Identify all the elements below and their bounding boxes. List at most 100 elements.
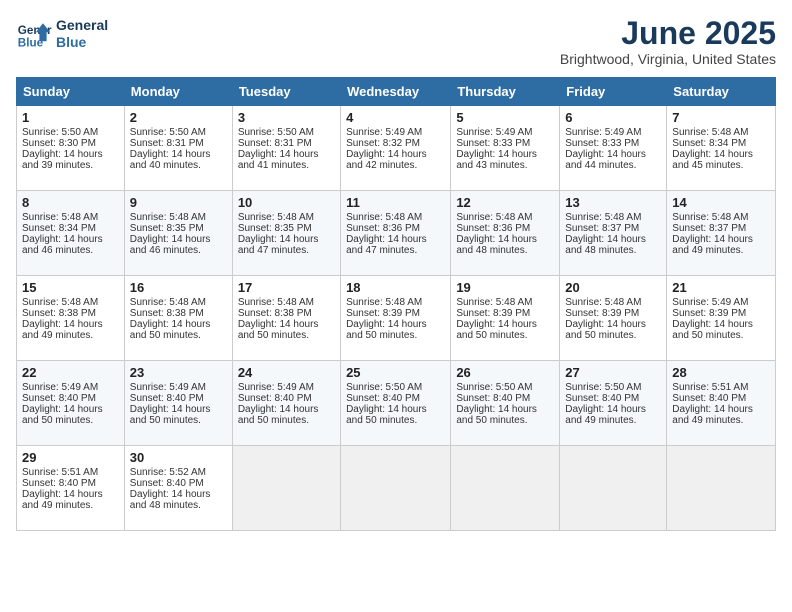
location: Brightwood, Virginia, United States: [560, 51, 776, 67]
calendar-cell: 29 Sunrise: 5:51 AM Sunset: 8:40 PM Dayl…: [17, 446, 125, 531]
sunrise-label: Sunrise: 5:48 AM: [672, 212, 748, 223]
calendar-cell: 28 Sunrise: 5:51 AM Sunset: 8:40 PM Dayl…: [667, 361, 776, 446]
sunset-label: Sunset: 8:39 PM: [565, 308, 639, 319]
day-number: 11: [346, 195, 445, 210]
day-number: 22: [22, 365, 119, 380]
daylight-label: Daylight: 14 hours and 48 minutes.: [565, 234, 646, 256]
day-number: 2: [130, 110, 227, 125]
daylight-label: Daylight: 14 hours and 50 minutes.: [346, 404, 427, 426]
month-title: June 2025: [560, 16, 776, 51]
daylight-label: Daylight: 14 hours and 40 minutes.: [130, 149, 211, 171]
logo-text-blue: Blue: [56, 34, 108, 51]
calendar-cell: [667, 446, 776, 531]
calendar-week-row: 1 Sunrise: 5:50 AM Sunset: 8:30 PM Dayli…: [17, 106, 776, 191]
sunset-label: Sunset: 8:39 PM: [346, 308, 420, 319]
daylight-label: Daylight: 14 hours and 50 minutes.: [238, 404, 319, 426]
sunset-label: Sunset: 8:40 PM: [22, 393, 96, 404]
daylight-label: Daylight: 14 hours and 46 minutes.: [22, 234, 103, 256]
sunrise-label: Sunrise: 5:49 AM: [130, 382, 206, 393]
sunset-label: Sunset: 8:32 PM: [346, 138, 420, 149]
logo-icon: General Blue: [16, 16, 52, 52]
sunrise-label: Sunrise: 5:50 AM: [346, 382, 422, 393]
sunset-label: Sunset: 8:36 PM: [346, 223, 420, 234]
sunrise-label: Sunrise: 5:49 AM: [672, 297, 748, 308]
calendar-cell: 14 Sunrise: 5:48 AM Sunset: 8:37 PM Dayl…: [667, 191, 776, 276]
daylight-label: Daylight: 14 hours and 48 minutes.: [130, 489, 211, 511]
daylight-label: Daylight: 14 hours and 50 minutes.: [22, 404, 103, 426]
sunset-label: Sunset: 8:38 PM: [22, 308, 96, 319]
calendar-cell: [232, 446, 340, 531]
sunrise-label: Sunrise: 5:48 AM: [238, 212, 314, 223]
sunrise-label: Sunrise: 5:48 AM: [130, 212, 206, 223]
sunrise-label: Sunrise: 5:48 AM: [456, 297, 532, 308]
calendar-cell: 20 Sunrise: 5:48 AM Sunset: 8:39 PM Dayl…: [560, 276, 667, 361]
daylight-label: Daylight: 14 hours and 45 minutes.: [672, 149, 753, 171]
sunset-label: Sunset: 8:40 PM: [346, 393, 420, 404]
calendar-cell: 11 Sunrise: 5:48 AM Sunset: 8:36 PM Dayl…: [341, 191, 451, 276]
day-number: 15: [22, 280, 119, 295]
day-number: 17: [238, 280, 335, 295]
calendar-header-tuesday: Tuesday: [232, 78, 340, 106]
title-area: June 2025 Brightwood, Virginia, United S…: [560, 16, 776, 67]
daylight-label: Daylight: 14 hours and 42 minutes.: [346, 149, 427, 171]
day-number: 26: [456, 365, 554, 380]
calendar-cell: 24 Sunrise: 5:49 AM Sunset: 8:40 PM Dayl…: [232, 361, 340, 446]
day-number: 13: [565, 195, 661, 210]
day-number: 16: [130, 280, 227, 295]
sunset-label: Sunset: 8:40 PM: [130, 478, 204, 489]
sunset-label: Sunset: 8:35 PM: [130, 223, 204, 234]
sunset-label: Sunset: 8:35 PM: [238, 223, 312, 234]
calendar-cell: 7 Sunrise: 5:48 AM Sunset: 8:34 PM Dayli…: [667, 106, 776, 191]
calendar-cell: [451, 446, 560, 531]
sunrise-label: Sunrise: 5:48 AM: [22, 297, 98, 308]
calendar-cell: 16 Sunrise: 5:48 AM Sunset: 8:38 PM Dayl…: [124, 276, 232, 361]
day-number: 25: [346, 365, 445, 380]
logo: General Blue General Blue: [16, 16, 108, 52]
daylight-label: Daylight: 14 hours and 48 minutes.: [456, 234, 537, 256]
calendar-cell: 19 Sunrise: 5:48 AM Sunset: 8:39 PM Dayl…: [451, 276, 560, 361]
sunrise-label: Sunrise: 5:52 AM: [130, 467, 206, 478]
day-number: 7: [672, 110, 770, 125]
calendar-header-row: SundayMondayTuesdayWednesdayThursdayFrid…: [17, 78, 776, 106]
calendar-header-sunday: Sunday: [17, 78, 125, 106]
calendar-cell: 17 Sunrise: 5:48 AM Sunset: 8:38 PM Dayl…: [232, 276, 340, 361]
daylight-label: Daylight: 14 hours and 44 minutes.: [565, 149, 646, 171]
calendar-cell: 26 Sunrise: 5:50 AM Sunset: 8:40 PM Dayl…: [451, 361, 560, 446]
sunrise-label: Sunrise: 5:48 AM: [565, 212, 641, 223]
logo-text-general: General: [56, 17, 108, 34]
calendar-cell: 5 Sunrise: 5:49 AM Sunset: 8:33 PM Dayli…: [451, 106, 560, 191]
sunset-label: Sunset: 8:37 PM: [672, 223, 746, 234]
sunrise-label: Sunrise: 5:48 AM: [130, 297, 206, 308]
daylight-label: Daylight: 14 hours and 50 minutes.: [130, 319, 211, 341]
day-number: 9: [130, 195, 227, 210]
sunset-label: Sunset: 8:39 PM: [456, 308, 530, 319]
sunrise-label: Sunrise: 5:51 AM: [672, 382, 748, 393]
sunrise-label: Sunrise: 5:50 AM: [22, 127, 98, 138]
sunrise-label: Sunrise: 5:50 AM: [130, 127, 206, 138]
calendar-cell: 1 Sunrise: 5:50 AM Sunset: 8:30 PM Dayli…: [17, 106, 125, 191]
sunset-label: Sunset: 8:40 PM: [22, 478, 96, 489]
sunrise-label: Sunrise: 5:48 AM: [565, 297, 641, 308]
calendar-table: SundayMondayTuesdayWednesdayThursdayFrid…: [16, 77, 776, 531]
day-number: 8: [22, 195, 119, 210]
day-number: 6: [565, 110, 661, 125]
daylight-label: Daylight: 14 hours and 50 minutes.: [456, 319, 537, 341]
daylight-label: Daylight: 14 hours and 46 minutes.: [130, 234, 211, 256]
calendar-week-row: 15 Sunrise: 5:48 AM Sunset: 8:38 PM Dayl…: [17, 276, 776, 361]
day-number: 4: [346, 110, 445, 125]
sunset-label: Sunset: 8:37 PM: [565, 223, 639, 234]
sunrise-label: Sunrise: 5:49 AM: [22, 382, 98, 393]
day-number: 10: [238, 195, 335, 210]
daylight-label: Daylight: 14 hours and 47 minutes.: [346, 234, 427, 256]
day-number: 24: [238, 365, 335, 380]
calendar-cell: [560, 446, 667, 531]
day-number: 30: [130, 450, 227, 465]
calendar-cell: 3 Sunrise: 5:50 AM Sunset: 8:31 PM Dayli…: [232, 106, 340, 191]
calendar-cell: 6 Sunrise: 5:49 AM Sunset: 8:33 PM Dayli…: [560, 106, 667, 191]
day-number: 14: [672, 195, 770, 210]
daylight-label: Daylight: 14 hours and 49 minutes.: [672, 404, 753, 426]
sunrise-label: Sunrise: 5:48 AM: [672, 127, 748, 138]
sunset-label: Sunset: 8:31 PM: [238, 138, 312, 149]
calendar-cell: 22 Sunrise: 5:49 AM Sunset: 8:40 PM Dayl…: [17, 361, 125, 446]
sunrise-label: Sunrise: 5:48 AM: [346, 212, 422, 223]
